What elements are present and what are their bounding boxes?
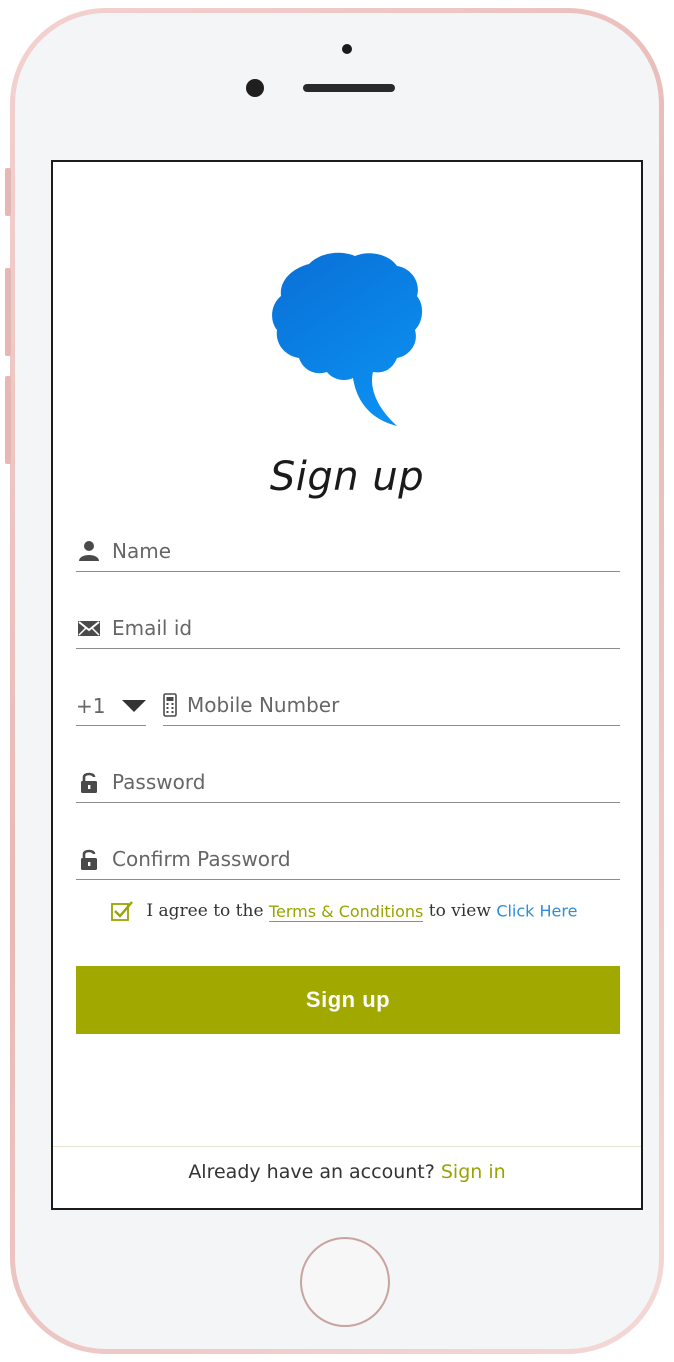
volume-up-button — [5, 268, 11, 356]
password-field[interactable] — [76, 763, 620, 803]
checkbox-checked-icon[interactable] — [111, 900, 133, 922]
earpiece-speaker — [303, 84, 395, 92]
front-camera — [246, 79, 264, 97]
agree-middle: to view — [428, 901, 491, 921]
country-code-select[interactable]: +1 — [76, 686, 146, 726]
email-field[interactable] — [76, 609, 620, 649]
mobile-phone-icon — [163, 693, 177, 717]
home-button[interactable] — [300, 1237, 390, 1327]
signup-button[interactable]: Sign up — [76, 966, 620, 1034]
signin-link[interactable]: Sign in — [441, 1161, 506, 1183]
proximity-sensor — [342, 44, 352, 54]
password-input[interactable] — [112, 767, 612, 797]
mobile-field[interactable] — [163, 686, 620, 726]
user-icon — [79, 541, 99, 561]
caret-down-icon — [122, 700, 146, 712]
envelope-icon — [78, 621, 100, 636]
country-code: +1 — [76, 694, 106, 718]
confirm-password-input[interactable] — [112, 844, 612, 874]
terms-link[interactable]: Terms & Conditions — [268, 901, 424, 922]
mobile-input[interactable] — [187, 690, 607, 720]
page-title: Sign up — [269, 454, 425, 500]
email-input[interactable] — [112, 613, 612, 643]
signin-prompt: Already have an account? — [188, 1161, 435, 1183]
app-screen: Sign up +1 — [51, 160, 643, 1210]
confirm-password-field[interactable] — [76, 840, 620, 880]
lock-icon — [81, 772, 97, 793]
terms-agreement: I agree to the Terms & Conditions to vie… — [111, 900, 577, 926]
lock-icon — [81, 849, 97, 870]
brain-speech-bubble-icon — [272, 252, 423, 426]
name-input[interactable] — [112, 536, 612, 566]
click-here-link[interactable]: Click Here — [496, 902, 577, 921]
name-field[interactable] — [76, 532, 620, 572]
volume-down-button — [5, 376, 11, 464]
footer: Already have an account? Sign in — [53, 1146, 641, 1208]
mute-switch — [5, 168, 11, 216]
agree-prefix: I agree to the — [146, 901, 264, 921]
